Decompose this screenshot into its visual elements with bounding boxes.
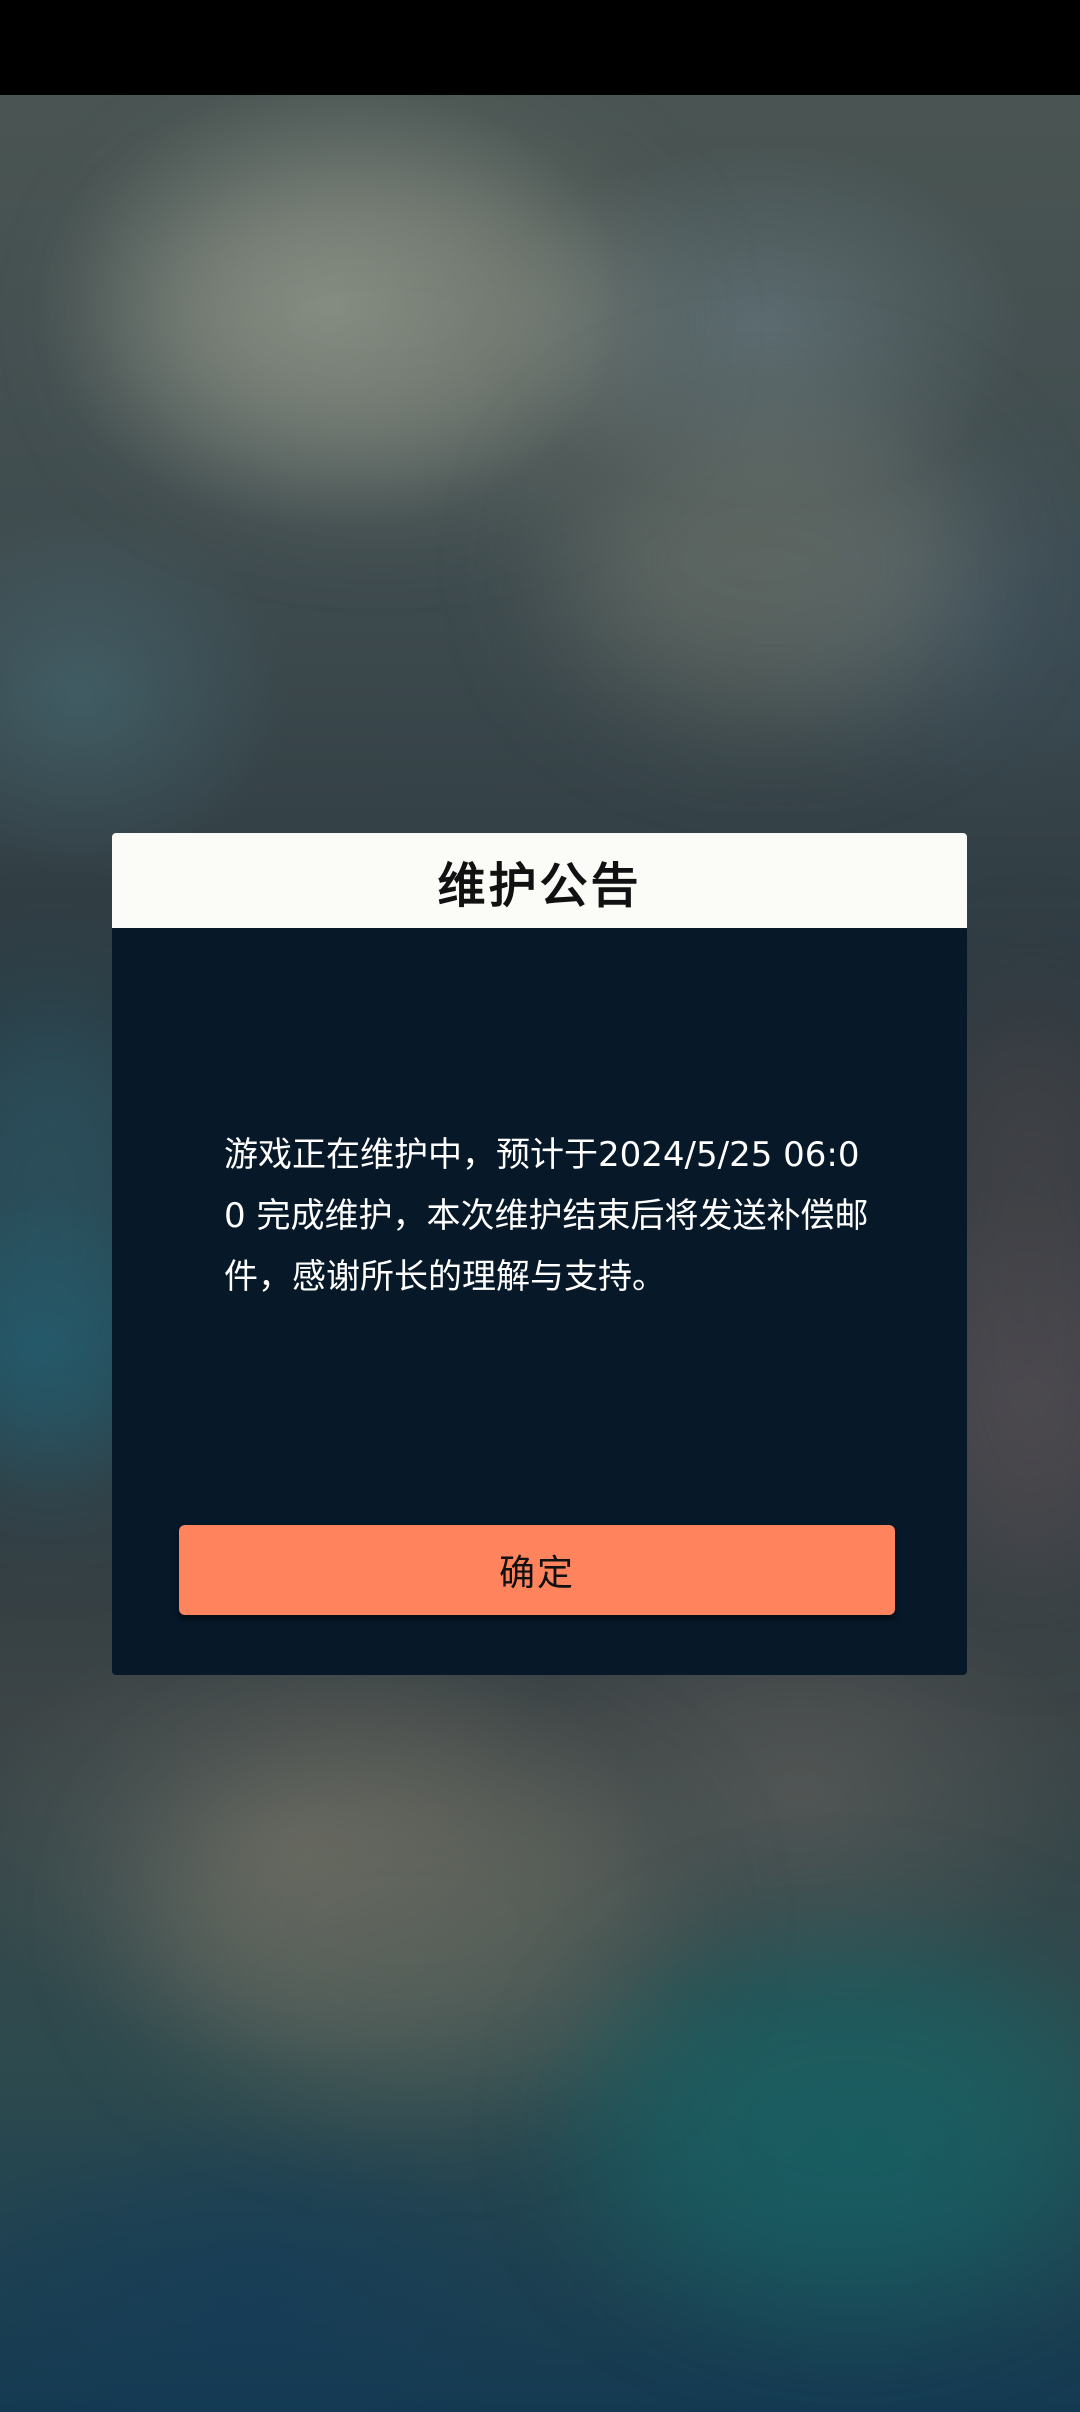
dialog-header: 维护公告 bbox=[112, 833, 967, 928]
confirm-button-label: 确定 bbox=[498, 1552, 575, 1593]
modal-overlay: 维护公告 游戏正在维护中，预计于2024/5/25 06:00 完成维护，本次维… bbox=[0, 0, 1080, 2412]
dialog-title: 维护公告 bbox=[437, 857, 642, 914]
confirm-button[interactable]: 确定 bbox=[179, 1525, 895, 1615]
screen: 维护公告 游戏正在维护中，预计于2024/5/25 06:00 完成维护，本次维… bbox=[0, 0, 1080, 2412]
status-bar bbox=[0, 0, 1080, 95]
maintenance-dialog: 维护公告 游戏正在维护中，预计于2024/5/25 06:00 完成维护，本次维… bbox=[112, 833, 967, 1675]
dialog-message: 游戏正在维护中，预计于2024/5/25 06:00 完成维护，本次维护结束后将… bbox=[224, 1135, 869, 1297]
